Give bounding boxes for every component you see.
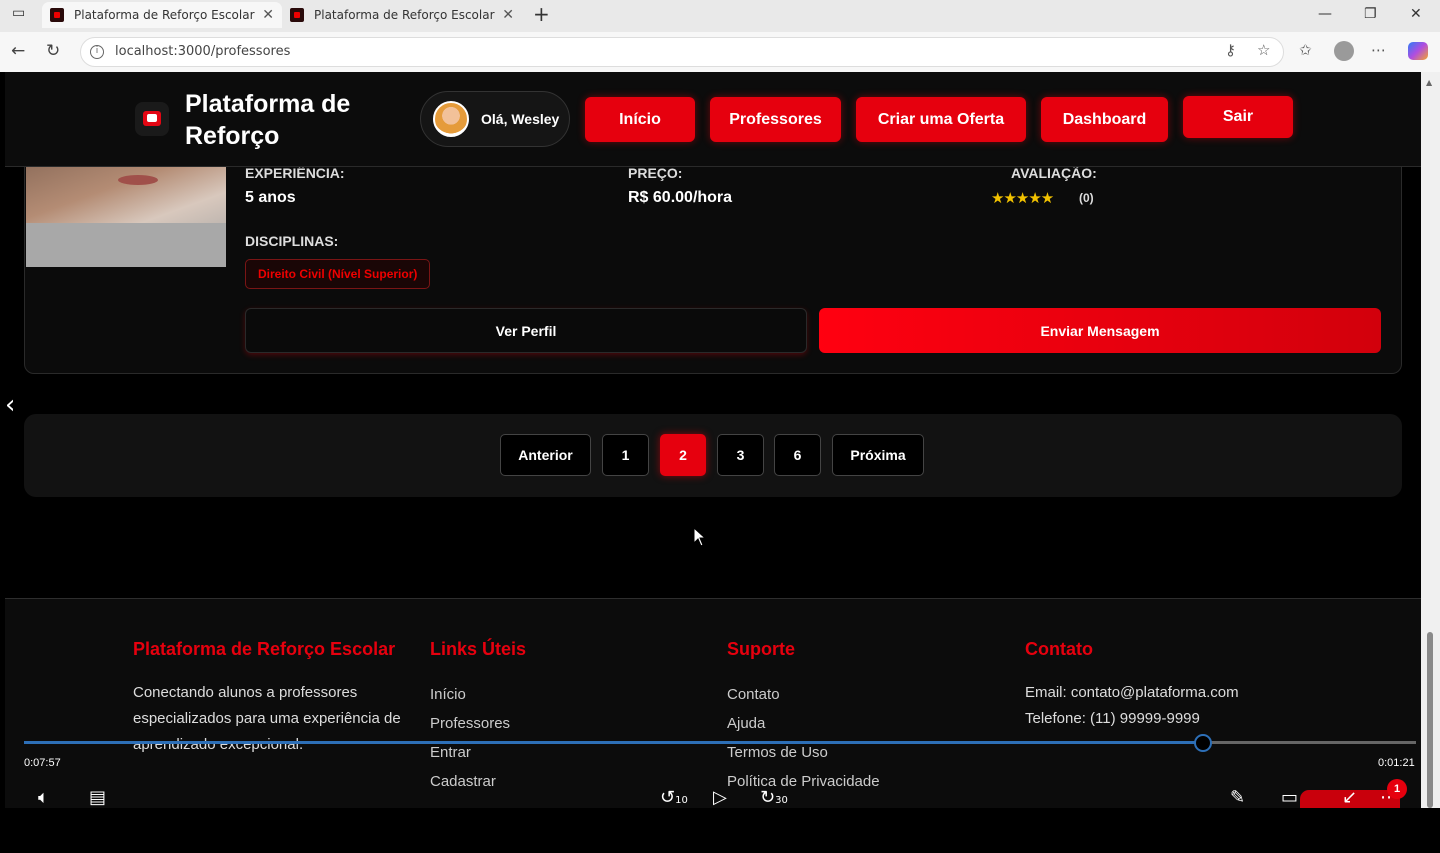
page-button-2-current[interactable]: 2	[660, 434, 706, 476]
footer-link-privacidade[interactable]: Política de Privacidade	[727, 767, 880, 796]
minimize-icon[interactable]: —	[1318, 6, 1332, 22]
site-header: Plataforma de Reforço Olá, Wesley Início…	[5, 72, 1421, 167]
video-progress-knob[interactable]	[1194, 734, 1213, 752]
site-favicon-icon	[290, 8, 304, 22]
price-label: PREÇO:	[628, 165, 683, 181]
volume-icon[interactable]: 🔈︎	[38, 787, 49, 808]
page-button-1[interactable]: 1	[602, 434, 649, 476]
logo-icon[interactable]	[135, 102, 169, 136]
send-message-button[interactable]: Enviar Mensagem	[819, 308, 1381, 353]
site-info-icon[interactable]: i	[90, 45, 104, 59]
edit-pencil-icon[interactable]: ✎	[1230, 787, 1245, 808]
rating-label: AVALIAÇÃO:	[1011, 165, 1097, 181]
video-elapsed-time: 0:07:57	[24, 757, 61, 769]
pagination: Anterior 1 2 3 6 Próxima	[24, 414, 1402, 497]
collapse-icon[interactable]: ↙	[1342, 787, 1357, 808]
user-greeting[interactable]: Olá, Wesley	[420, 91, 570, 147]
footer-links-title: Links Úteis	[430, 639, 527, 659]
rating-stars-icon: ★★★★★	[991, 189, 1054, 207]
close-window-icon[interactable]: ✕	[1410, 6, 1422, 22]
logo-text[interactable]: Plataforma de Reforço	[185, 88, 405, 152]
footer-link-professores[interactable]: Professores	[430, 709, 526, 738]
copilot-icon[interactable]	[1408, 42, 1428, 60]
browser-address-bar: ← ↻ i localhost:3000/professores ⚷ ☆ ✩ ⋯	[0, 32, 1440, 72]
previous-page-button[interactable]: Anterior	[500, 434, 591, 476]
browser-tab-bar: ▭ Plataforma de Reforço Escolar ✕ Plataf…	[0, 0, 1440, 32]
back-icon[interactable]: ←	[11, 41, 25, 61]
footer-links-column: Links Úteis Início Professores Entrar Ca…	[430, 639, 526, 796]
rating-count: (0)	[1079, 191, 1094, 205]
nav-dashboard-button[interactable]: Dashboard	[1041, 97, 1168, 142]
teacher-photo	[26, 153, 226, 267]
profile-avatar-icon[interactable]	[1334, 41, 1354, 61]
browser-tab[interactable]: Plataforma de Reforço Escolar ✕	[282, 2, 522, 28]
more-options-icon[interactable]: ⋯	[1371, 41, 1386, 59]
subject-tag: Direito Civil (Nível Superior)	[245, 259, 431, 289]
close-tab-icon[interactable]: ✕	[262, 7, 274, 23]
play-icon[interactable]: ▷	[713, 787, 727, 808]
refresh-icon[interactable]: ↻	[46, 41, 60, 61]
price-value: R$ 60.00/hora	[628, 189, 733, 206]
scroll-up-icon[interactable]: ▲	[1426, 78, 1432, 87]
page-button-3[interactable]: 3	[717, 434, 764, 476]
nav-criar-oferta-button[interactable]: Criar uma Oferta	[856, 97, 1026, 142]
greeting-text: Olá, Wesley	[481, 111, 560, 127]
nav-inicio-button[interactable]: Início	[585, 97, 695, 142]
url-text: localhost:3000/professores	[115, 44, 291, 59]
tab-title: Plataforma de Reforço Escolar	[74, 8, 255, 22]
site-favicon-icon	[50, 8, 64, 22]
maximize-icon[interactable]: ❐	[1364, 6, 1377, 22]
nav-professores-button[interactable]: Professores	[710, 97, 841, 142]
next-page-button[interactable]: Próxima	[832, 434, 924, 476]
view-profile-button[interactable]: Ver Perfil	[245, 308, 807, 353]
footer: Plataforma de Reforço Escolar Conectando…	[5, 598, 1421, 808]
experience-value: 5 anos	[245, 189, 296, 206]
footer-link-ajuda[interactable]: Ajuda	[727, 709, 880, 738]
footer-link-inicio[interactable]: Início	[430, 680, 526, 709]
scrollbar-thumb[interactable]	[1427, 632, 1433, 808]
notification-badge: 1	[1387, 779, 1407, 799]
tab-title: Plataforma de Reforço Escolar	[314, 8, 495, 22]
footer-contact-email: Email: contato@plataforma.com	[1025, 684, 1239, 701]
page-viewport: EXPERIÊNCIA: 5 anos PREÇO: R$ 60.00/hora…	[5, 72, 1421, 808]
footer-contact-title: Contato	[1025, 639, 1093, 659]
footer-support-title: Suporte	[727, 639, 796, 659]
captions-icon[interactable]: ▤	[89, 787, 106, 808]
footer-brand-text: Conectando alunos a professores especial…	[133, 684, 401, 753]
footer-link-cadastrar[interactable]: Cadastrar	[430, 767, 526, 796]
footer-brand-title: Plataforma de Reforço Escolar	[133, 639, 396, 659]
skip-forward-seconds: 30	[775, 795, 788, 806]
logout-button[interactable]: Sair	[1183, 96, 1293, 138]
experience-label: EXPERIÊNCIA:	[245, 165, 345, 181]
picture-in-picture-icon[interactable]: ▭	[1281, 787, 1298, 808]
bottom-bar	[0, 808, 1440, 853]
browser-tab-active[interactable]: Plataforma de Reforço Escolar ✕	[42, 2, 282, 28]
close-tab-icon[interactable]: ✕	[502, 7, 514, 23]
key-icon[interactable]: ⚷	[1225, 41, 1236, 59]
chevron-left-icon[interactable]: ‹	[5, 390, 15, 420]
favorite-star-icon[interactable]: ☆	[1257, 41, 1270, 59]
skip-forward-icon[interactable]: ↻30	[760, 787, 788, 808]
page-scrollbar[interactable]: ▲	[1421, 72, 1440, 808]
url-input[interactable]: i localhost:3000/professores	[80, 37, 1284, 67]
footer-support-column: Suporte Contato Ajuda Termos de Uso Polí…	[727, 639, 880, 796]
favorites-icon[interactable]: ✩	[1299, 41, 1312, 59]
page-button-6[interactable]: 6	[774, 434, 821, 476]
new-tab-icon[interactable]: +	[533, 2, 550, 26]
footer-contact-phone: Telefone: (11) 99999-9999	[1025, 710, 1200, 727]
tab-actions-icon[interactable]: ▭	[12, 5, 25, 21]
subjects-label: DISCIPLINAS:	[245, 233, 339, 249]
footer-link-contato[interactable]: Contato	[727, 680, 880, 709]
skip-back-icon[interactable]: ↺10	[660, 787, 688, 808]
video-remaining-time: 0:01:21	[1378, 757, 1415, 769]
footer-contact-column: Contato Email: contato@plataforma.com Te…	[1025, 639, 1239, 732]
user-avatar	[433, 101, 469, 137]
skip-back-seconds: 10	[675, 795, 688, 806]
